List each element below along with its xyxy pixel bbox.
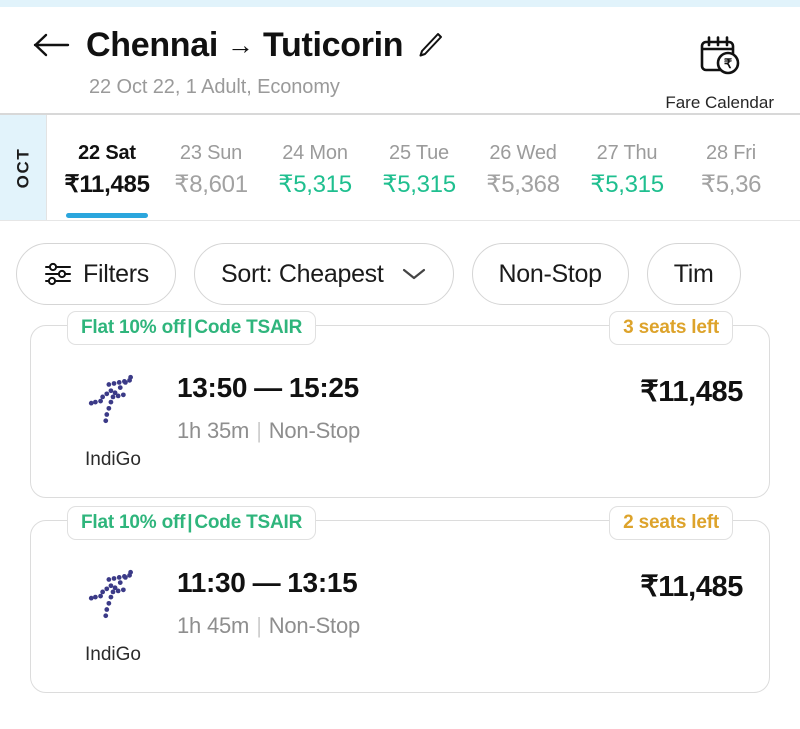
nonstop-chip-label: Non-Stop xyxy=(498,259,603,288)
airline-name: IndiGo xyxy=(85,449,141,470)
date-day-label: 22 Sat xyxy=(78,142,136,164)
offer-code: Code TSAIR xyxy=(194,512,303,533)
arrival-time: 15:25 xyxy=(288,372,359,403)
svg-text:₹: ₹ xyxy=(724,56,733,71)
date-cell[interactable]: 23 Sun ₹8,601 xyxy=(159,115,263,220)
sort-chip-label: Sort: Cheapest xyxy=(220,259,384,288)
date-fare-label: ₹5,315 xyxy=(382,171,456,198)
date-cell[interactable]: 22 Sat ₹11,485 xyxy=(55,115,159,220)
flight-card[interactable]: Flat 10% off | Code TSAIR 3 seats left IndiG… xyxy=(30,311,770,498)
flight-results-screen: Chennai → Tuticorin 22 Oct 22, 1 Adult, … xyxy=(0,0,800,729)
date-cell[interactable]: 26 Wed ₹5,368 xyxy=(471,115,575,220)
flight-times: 11:30—13:15 xyxy=(177,567,640,599)
date-day-label: 27 Thu xyxy=(596,142,658,164)
date-fare-label: ₹5,36 xyxy=(700,171,762,198)
date-fare-label: ₹5,368 xyxy=(486,171,560,198)
flight-meta: 1h 45m | Non-Stop xyxy=(177,613,640,639)
date-fare-strip: OCT 22 Sat ₹11,485 23 Sun ₹8,601 24 Mon ₹5,31… xyxy=(0,115,800,220)
timing-chip-label: Tim xyxy=(673,259,714,288)
flight-meta: 1h 35m | Non-Stop xyxy=(177,418,640,444)
time-dash: — xyxy=(252,567,281,598)
date-cell[interactable]: 25 Tue ₹5,315 xyxy=(367,115,471,220)
flight-results-list: Flat 10% off | Code TSAIR 3 seats left IndiG… xyxy=(0,311,800,693)
filters-chip[interactable]: Filters xyxy=(16,243,176,305)
date-cell[interactable]: 27 Thu ₹5,315 xyxy=(575,115,679,220)
airline-name: IndiGo xyxy=(85,644,141,665)
active-date-underline xyxy=(66,213,148,218)
flight-price: ₹11,485 xyxy=(640,376,743,408)
origin-city: Chennai xyxy=(86,25,219,64)
flight-times: 13:50—15:25 xyxy=(177,372,640,404)
date-day-label: 24 Mon xyxy=(282,142,348,164)
route-arrow-icon: → xyxy=(227,29,255,60)
fare-calendar-button[interactable]: ₹ Fare Calendar xyxy=(665,35,774,113)
route-title-wrap[interactable]: Chennai → Tuticorin xyxy=(86,26,443,65)
departure-time: 11:30 xyxy=(177,567,246,598)
month-label-tab[interactable]: OCT xyxy=(0,115,47,220)
month-label: OCT xyxy=(13,147,32,188)
destination-city: Tuticorin xyxy=(263,25,404,64)
card-badge-row: Flat 10% off | Code TSAIR 2 seats left xyxy=(31,506,769,540)
departure-time: 13:50 xyxy=(177,372,248,403)
flight-stops: Non-Stop xyxy=(268,418,361,443)
tune-sliders-icon xyxy=(43,259,73,289)
flight-stops: Non-Stop xyxy=(268,613,361,638)
date-fare-label: ₹8,601 xyxy=(174,171,248,198)
date-day-label: 26 Wed xyxy=(489,142,557,164)
date-cell[interactable]: 24 Mon ₹5,315 xyxy=(263,115,367,220)
timing-chip[interactable]: Tim xyxy=(646,243,741,305)
seats-left-badge: 2 seats left xyxy=(609,506,733,540)
date-fare-label: ₹5,315 xyxy=(278,171,352,198)
offer-separator: | xyxy=(187,512,193,533)
flight-card[interactable]: Flat 10% off | Code TSAIR 2 seats left IndiG… xyxy=(30,506,770,693)
page-header: Chennai → Tuticorin 22 Oct 22, 1 Adult, … xyxy=(0,7,800,113)
header-row: Chennai → Tuticorin xyxy=(30,23,776,67)
flight-duration: 1h 45m xyxy=(177,613,250,638)
filter-chips-row: Filters Sort: Cheapest Non-Stop Tim xyxy=(0,221,800,325)
flight-card-body: IndiGo 11:30—13:15 1h 45m | Non-Stop ₹11,485 xyxy=(57,561,743,666)
date-cell[interactable]: 28 Fri ₹5,36 xyxy=(679,115,783,220)
fare-calendar-label: Fare Calendar xyxy=(665,93,774,112)
offer-badge: Flat 10% off | Code TSAIR xyxy=(67,506,317,540)
sort-chip[interactable]: Sort: Cheapest xyxy=(193,243,454,305)
flight-details: 11:30—13:15 1h 45m | Non-Stop xyxy=(169,561,640,639)
indigo-dotted-plane-icon xyxy=(84,370,142,433)
indigo-dotted-plane-icon xyxy=(84,565,142,628)
date-fare-label: ₹5,315 xyxy=(590,171,664,198)
calendar-rupee-icon: ₹ xyxy=(697,35,743,84)
flight-details: 13:50—15:25 1h 35m | Non-Stop xyxy=(169,366,640,444)
time-dash: — xyxy=(254,372,282,403)
arrow-left-icon xyxy=(33,32,71,58)
back-button[interactable] xyxy=(30,23,74,67)
date-cells-scroller[interactable]: 22 Sat ₹11,485 23 Sun ₹8,601 24 Mon ₹5,315 25 … xyxy=(47,115,800,220)
offer-text: Flat 10% off xyxy=(81,512,186,533)
chevron-down-icon xyxy=(401,266,427,282)
flight-card-body: IndiGo 13:50—15:25 1h 35m | Non-Stop ₹11,485 xyxy=(57,366,743,471)
date-day-label: 25 Tue xyxy=(389,142,449,164)
airline-block: IndiGo xyxy=(57,366,169,471)
nonstop-chip[interactable]: Non-Stop xyxy=(471,243,629,305)
meta-separator: | xyxy=(256,418,262,443)
pencil-edit-icon[interactable] xyxy=(417,31,443,59)
arrival-time: 13:15 xyxy=(287,567,358,598)
date-fare-label: ₹11,485 xyxy=(64,171,150,198)
meta-separator: | xyxy=(256,613,262,638)
airline-block: IndiGo xyxy=(57,561,169,666)
flight-price: ₹11,485 xyxy=(640,571,743,603)
date-day-label: 28 Fri xyxy=(706,142,756,164)
flight-duration: 1h 35m xyxy=(177,418,250,443)
date-day-label: 23 Sun xyxy=(179,142,243,164)
filters-chip-label: Filters xyxy=(83,259,149,288)
status-bar-strip xyxy=(0,0,800,7)
